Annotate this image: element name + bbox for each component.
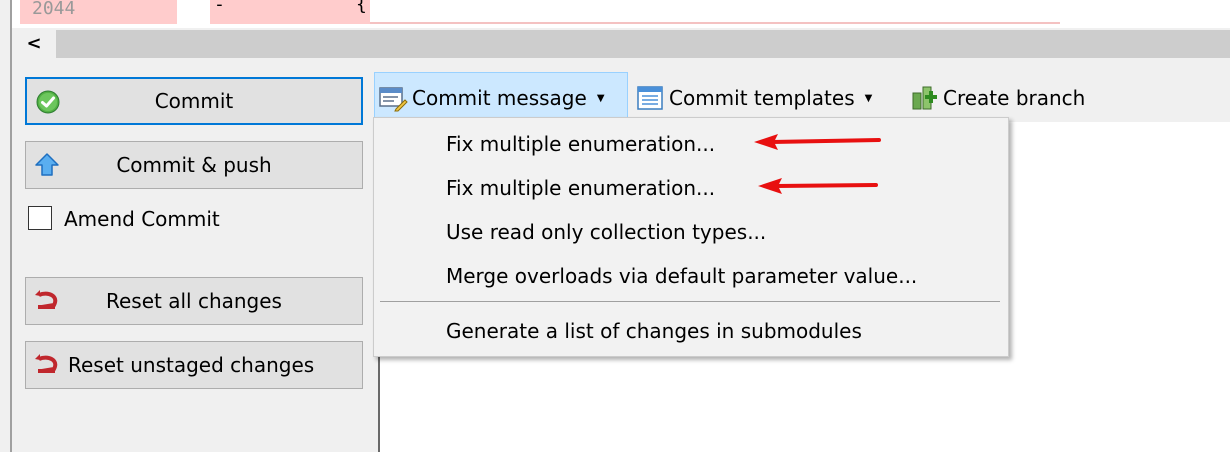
reset-all-changes-button[interactable]: Reset all changes: [25, 277, 363, 325]
diff-minus-sign: -: [214, 0, 225, 15]
chevron-down-icon: ▼: [864, 92, 873, 104]
reset-unstaged-changes-button[interactable]: Reset unstaged changes: [25, 341, 363, 389]
annotation-arrow-icon: [754, 134, 881, 150]
commit-templates-label: Commit templates: [669, 86, 855, 110]
amend-commit-checkbox[interactable]: [28, 206, 52, 230]
commit-button[interactable]: Commit: [25, 77, 363, 125]
diff-removed-line: - {: [210, 0, 370, 24]
annotation-arrow-icon: [758, 178, 878, 194]
menu-item[interactable]: Fix multiple enumeration...: [446, 124, 715, 164]
menu-separator: [380, 301, 1000, 302]
menu-item[interactable]: Fix multiple enumeration...: [446, 168, 715, 208]
template-icon: [637, 86, 663, 110]
panel-border: [10, 0, 12, 452]
reset-all-label: Reset all changes: [106, 289, 282, 313]
diff-line-number: 2044: [20, 0, 177, 24]
horizontal-scrollbar[interactable]: <: [12, 30, 1230, 58]
chevron-down-icon: ▼: [596, 92, 605, 104]
scrollbar-track[interactable]: [56, 30, 1230, 58]
diff-brace: {: [356, 0, 367, 15]
commit-message-menu: Fix multiple enumeration... Fix multiple…: [373, 117, 1009, 357]
message-edit-icon: [379, 87, 408, 112]
amend-commit-label[interactable]: Amend Commit: [64, 206, 220, 232]
undo-icon: [35, 354, 58, 373]
menu-item[interactable]: Generate a list of changes in submodules: [446, 311, 862, 351]
commit-message-label: Commit message: [412, 86, 587, 110]
diff-line-content: [370, 0, 1060, 24]
branch-icon: [912, 86, 937, 110]
reset-unstaged-label: Reset unstaged changes: [68, 353, 315, 377]
scroll-left-button[interactable]: <: [12, 30, 56, 58]
commit-push-button[interactable]: Commit & push: [25, 141, 363, 189]
menu-item[interactable]: Merge overloads via default parameter va…: [446, 256, 917, 296]
menu-item[interactable]: Use read only collection types...: [446, 212, 766, 252]
create-branch-label: Create branch: [943, 86, 1086, 110]
commit-push-label: Commit & push: [116, 153, 272, 177]
commit-label: Commit: [154, 89, 234, 113]
